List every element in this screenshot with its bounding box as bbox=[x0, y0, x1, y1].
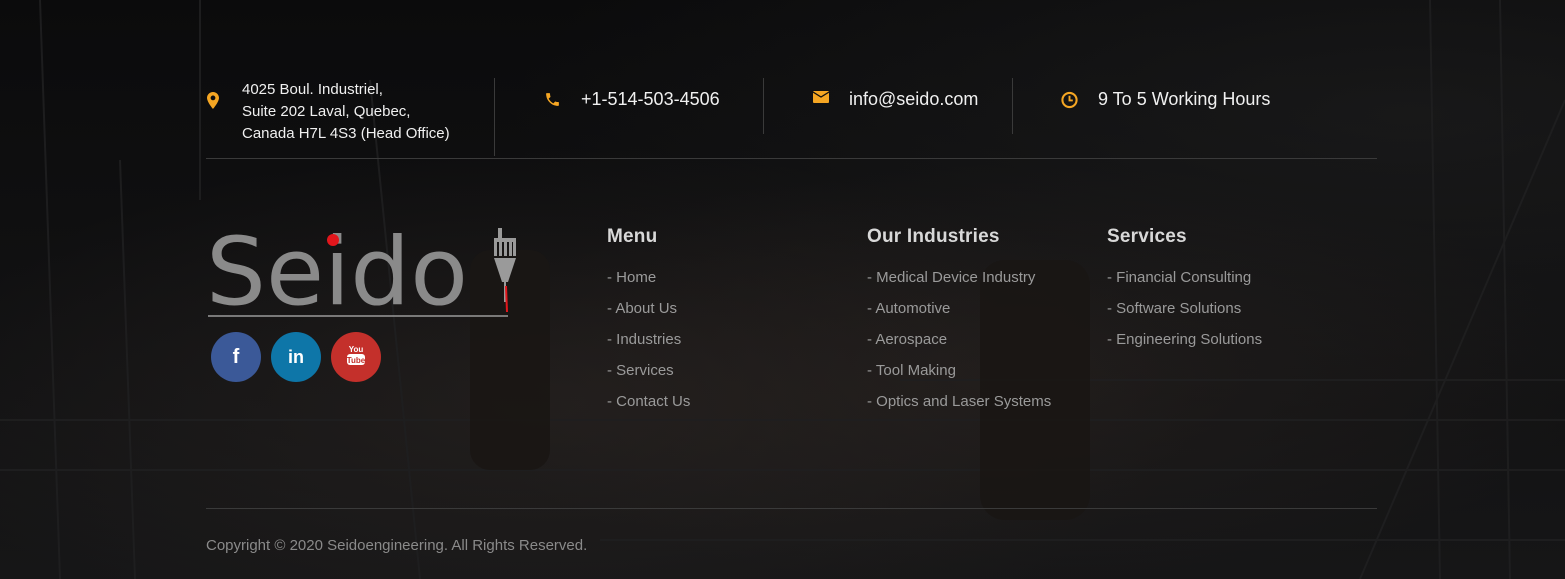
youtube-icon: You Tube bbox=[346, 344, 366, 371]
clock-icon bbox=[1061, 91, 1078, 109]
facebook-button[interactable]: f bbox=[211, 332, 261, 382]
address-text: 4025 Boul. Industriel, Suite 202 Laval, … bbox=[242, 81, 450, 142]
services-list: - Financial Consulting - Software Soluti… bbox=[1107, 267, 1262, 350]
email-address[interactable]: info@seido.com bbox=[849, 88, 978, 110]
phone-number[interactable]: +1-514-503-4506 bbox=[581, 88, 720, 110]
service-link-software[interactable]: - Software Solutions bbox=[1107, 298, 1262, 319]
industry-link-medical[interactable]: - Medical Device Industry bbox=[867, 267, 1057, 288]
menu-link-services[interactable]: - Services bbox=[607, 360, 690, 381]
industries-heading: Our Industries bbox=[867, 226, 1000, 247]
industry-link-optics-laser[interactable]: - Optics and Laser Systems bbox=[867, 391, 1057, 412]
industry-link-tool-making[interactable]: - Tool Making bbox=[867, 360, 1057, 381]
social-links: f in You Tube bbox=[211, 332, 381, 382]
address-block: 4025 Boul. Industriel, Suite 202 Laval, … bbox=[206, 78, 495, 156]
services-column: Services - Financial Consulting - Softwa… bbox=[1107, 226, 1262, 360]
phone-icon bbox=[544, 91, 561, 107]
menu-heading: Menu bbox=[607, 226, 658, 247]
industry-link-automotive[interactable]: - Automotive bbox=[867, 298, 1057, 319]
email-block: info@seido.com bbox=[764, 78, 1013, 134]
working-hours: 9 To 5 Working Hours bbox=[1098, 89, 1271, 109]
industries-column: Our Industries - Medical Device Industry… bbox=[867, 226, 1057, 422]
linkedin-icon: in bbox=[288, 346, 304, 367]
menu-link-industries[interactable]: - Industries bbox=[607, 329, 690, 350]
seido-logo[interactable]: Seido bbox=[206, 218, 524, 327]
menu-list: - Home - About Us - Industries - Service… bbox=[607, 267, 690, 412]
hours-block: 9 To 5 Working Hours bbox=[1013, 78, 1270, 134]
facebook-icon: f bbox=[232, 345, 240, 368]
youtube-button[interactable]: You Tube bbox=[331, 332, 381, 382]
menu-column: Menu - Home - About Us - Industries - Se… bbox=[607, 226, 690, 422]
industry-link-aerospace[interactable]: - Aerospace bbox=[867, 329, 1057, 350]
menu-link-about[interactable]: - About Us bbox=[607, 298, 690, 319]
menu-link-home[interactable]: - Home bbox=[607, 267, 690, 288]
contact-bar: 4025 Boul. Industriel, Suite 202 Laval, … bbox=[206, 78, 1377, 159]
envelope-icon bbox=[812, 91, 829, 107]
service-link-financial[interactable]: - Financial Consulting bbox=[1107, 267, 1262, 288]
footer-divider bbox=[206, 508, 1377, 509]
map-marker-icon bbox=[206, 92, 220, 109]
svg-text:You: You bbox=[349, 345, 364, 354]
services-heading: Services bbox=[1107, 226, 1187, 247]
industries-list: - Medical Device Industry - Automotive -… bbox=[867, 267, 1057, 412]
linkedin-button[interactable]: in bbox=[271, 332, 321, 382]
menu-link-contact[interactable]: - Contact Us bbox=[607, 391, 690, 412]
service-link-engineering[interactable]: - Engineering Solutions bbox=[1107, 329, 1262, 350]
svg-text:Tube: Tube bbox=[347, 356, 366, 365]
copyright-text: Copyright © 2020 Seidoengineering. All R… bbox=[206, 537, 588, 554]
phone-block: +1-514-503-4506 bbox=[495, 78, 764, 134]
